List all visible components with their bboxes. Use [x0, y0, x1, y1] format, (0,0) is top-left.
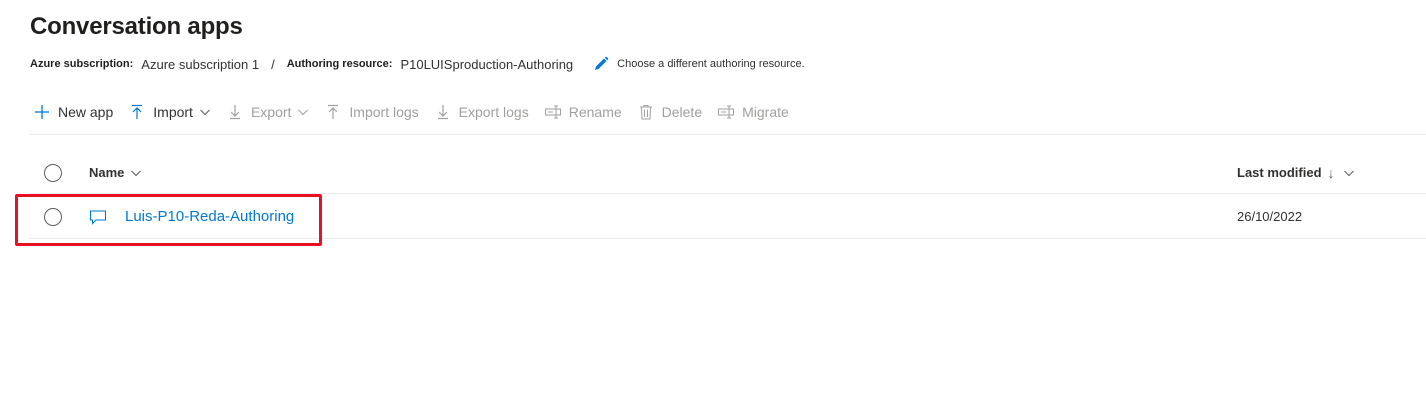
- upload-icon: [129, 104, 145, 120]
- subscription-label: Azure subscription:: [30, 58, 134, 70]
- export-logs-button[interactable]: Export logs: [431, 96, 533, 128]
- chevron-down-icon: [1343, 170, 1354, 176]
- change-resource-text: Choose a different authoring resource.: [617, 58, 805, 70]
- export-logs-label: Export logs: [458, 104, 529, 120]
- table-header: Name Last modified ↓: [30, 152, 1426, 194]
- page-title: Conversation apps: [30, 13, 243, 40]
- import-label: Import: [153, 104, 193, 120]
- import-logs-label: Import logs: [349, 104, 419, 120]
- column-header-name[interactable]: Name: [89, 165, 142, 180]
- breadcrumb-separator: /: [271, 56, 275, 72]
- rename-icon: [544, 104, 561, 120]
- pencil-icon: [595, 56, 609, 70]
- export-label: Export: [250, 104, 292, 120]
- change-resource-link[interactable]: Choose a different authoring resource.: [593, 56, 805, 72]
- delete-label: Delete: [661, 104, 703, 120]
- import-logs-button[interactable]: Import logs: [321, 96, 422, 128]
- upload-icon: [325, 104, 341, 120]
- delete-button[interactable]: Delete: [634, 96, 706, 128]
- authoring-resource-label: Authoring resource:: [286, 58, 393, 70]
- chat-bubble-icon: [89, 208, 107, 226]
- trash-icon: [638, 104, 654, 120]
- column-last-modified-label: Last modified: [1237, 165, 1322, 180]
- sort-descending-icon: ↓: [1327, 164, 1335, 181]
- resource-info: Azure subscription: Azure subscription 1…: [30, 55, 805, 73]
- export-button[interactable]: Export: [223, 96, 313, 128]
- command-bar: New app Import Export Import logs Export…: [30, 96, 801, 128]
- new-app-label: New app: [58, 104, 114, 120]
- subscription-value: Azure subscription 1: [141, 56, 260, 72]
- last-modified-value: 26/10/2022: [1237, 209, 1303, 224]
- download-icon: [227, 104, 243, 120]
- toolbar-divider: [30, 134, 1426, 135]
- row-select-checkbox[interactable]: [44, 207, 62, 226]
- select-all-checkbox[interactable]: [44, 163, 62, 182]
- column-name-label: Name: [89, 165, 125, 180]
- authoring-resource-value: P10LUISproduction-Authoring: [400, 56, 574, 72]
- plus-icon: [34, 104, 50, 120]
- download-icon: [435, 104, 451, 120]
- migrate-label: Migrate: [742, 104, 789, 120]
- rename-button[interactable]: Rename: [541, 96, 626, 128]
- rename-label: Rename: [568, 104, 622, 120]
- import-button[interactable]: Import: [125, 96, 215, 128]
- migrate-icon: [718, 104, 735, 120]
- app-name-link[interactable]: Luis-P10-Reda-Authoring: [125, 208, 294, 225]
- chevron-down-icon: [199, 106, 211, 118]
- column-header-last-modified[interactable]: Last modified ↓: [1237, 165, 1355, 181]
- chevron-down-icon: [131, 170, 142, 176]
- new-app-button[interactable]: New app: [30, 96, 117, 128]
- migrate-button[interactable]: Migrate: [714, 96, 793, 128]
- table-row[interactable]: Luis-P10-Reda-Authoring 26/10/2022: [30, 195, 1426, 239]
- chevron-down-icon: [297, 106, 309, 118]
